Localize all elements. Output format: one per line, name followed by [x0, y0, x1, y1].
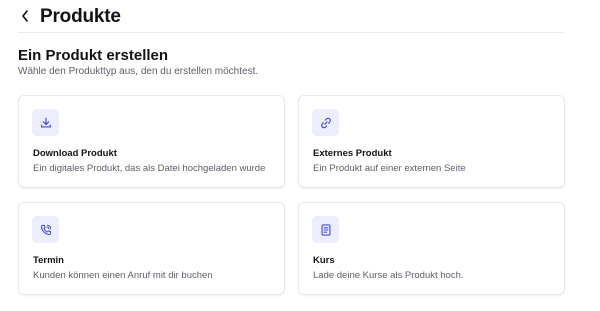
product-type-card-appointment[interactable]: Termin Kunden können einen Anruf mit dir… — [18, 202, 285, 295]
link-icon — [320, 117, 331, 128]
card-description: Ein Produkt auf einer externen Seite — [313, 163, 466, 174]
card-title: Termin — [33, 255, 64, 266]
section-title: Ein Produkt erstellen — [18, 47, 169, 64]
card-description: Kunden können einen Anruf mit dir buchen — [33, 270, 213, 281]
icon-box — [312, 109, 339, 136]
download-icon — [40, 117, 51, 128]
card-description: Ein digitales Produkt, das als Datei hoc… — [33, 163, 266, 174]
product-type-card-download[interactable]: Download Produkt Ein digitales Produkt, … — [18, 95, 285, 188]
document-icon — [320, 223, 331, 236]
icon-box — [32, 216, 59, 243]
product-type-card-external[interactable]: Externes Produkt Ein Produkt auf einer e… — [298, 95, 565, 188]
phone-call-icon — [40, 224, 51, 235]
card-description: Lade deine Kurse als Produkt hoch. — [313, 270, 464, 281]
icon-box — [312, 216, 339, 243]
chevron-left-icon — [22, 10, 28, 22]
icon-box — [32, 109, 59, 136]
card-title: Download Produkt — [33, 148, 117, 159]
card-title: Externes Produkt — [313, 148, 392, 159]
card-title: Kurs — [313, 255, 335, 266]
product-type-card-course[interactable]: Kurs Lade deine Kurse als Produkt hoch. — [298, 202, 565, 295]
page-header: Produkte — [18, 0, 564, 33]
section-subtitle: Wähle den Produkttyp aus, den du erstell… — [18, 66, 259, 77]
back-button[interactable] — [18, 6, 32, 26]
page-title: Produkte — [40, 5, 121, 27]
